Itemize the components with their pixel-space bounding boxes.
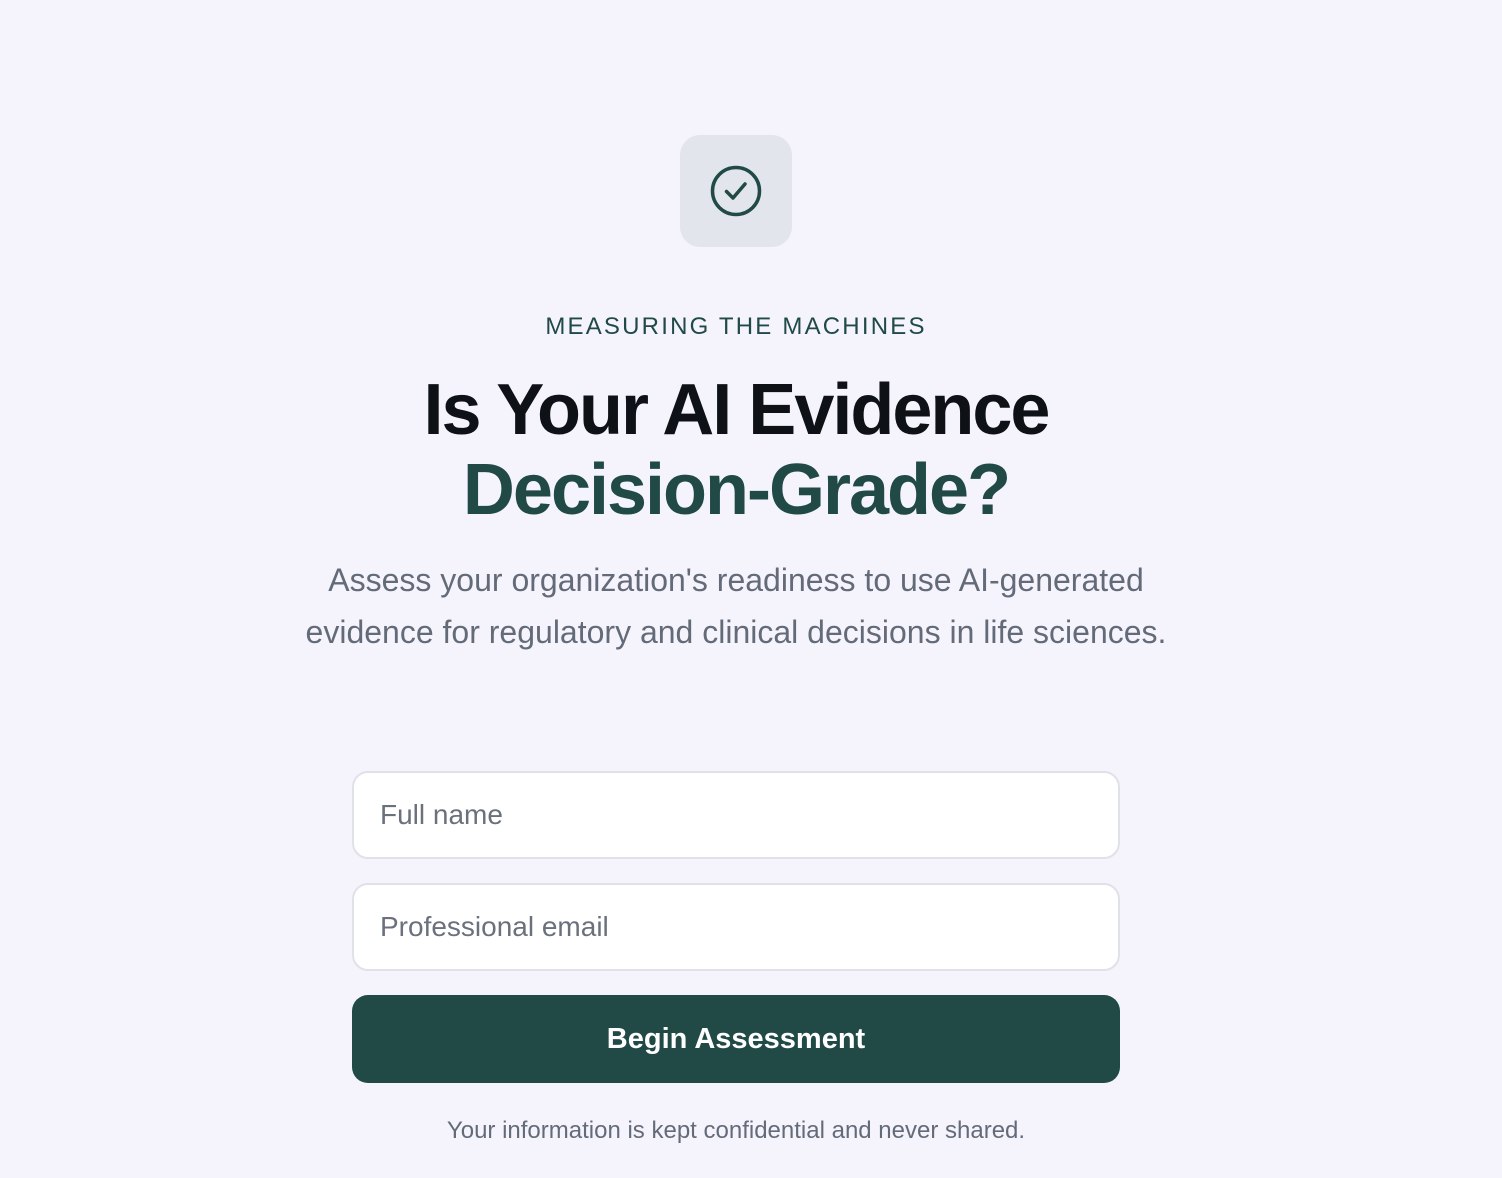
- headline-line-2: Decision-Grade?: [462, 450, 1011, 530]
- logo-tile: [680, 135, 792, 247]
- page-title: Is Your AI Evidence Decision-Grade?: [0, 370, 1472, 530]
- full-name-input[interactable]: [352, 771, 1120, 859]
- privacy-note: Your information is kept confidential an…: [446, 1117, 1026, 1144]
- eyebrow-label: MEASURING THE MACHINES: [545, 313, 927, 340]
- begin-assessment-button[interactable]: Begin Assessment: [352, 995, 1120, 1083]
- check-circle-icon: [710, 165, 762, 217]
- landing-page: MEASURING THE MACHINES Is Your AI Eviden…: [0, 0, 1502, 1178]
- email-input[interactable]: [352, 883, 1120, 971]
- subtitle: Assess your organization's readiness to …: [305, 562, 1167, 650]
- headline-line-1: Is Your AI Evidence: [423, 370, 1051, 450]
